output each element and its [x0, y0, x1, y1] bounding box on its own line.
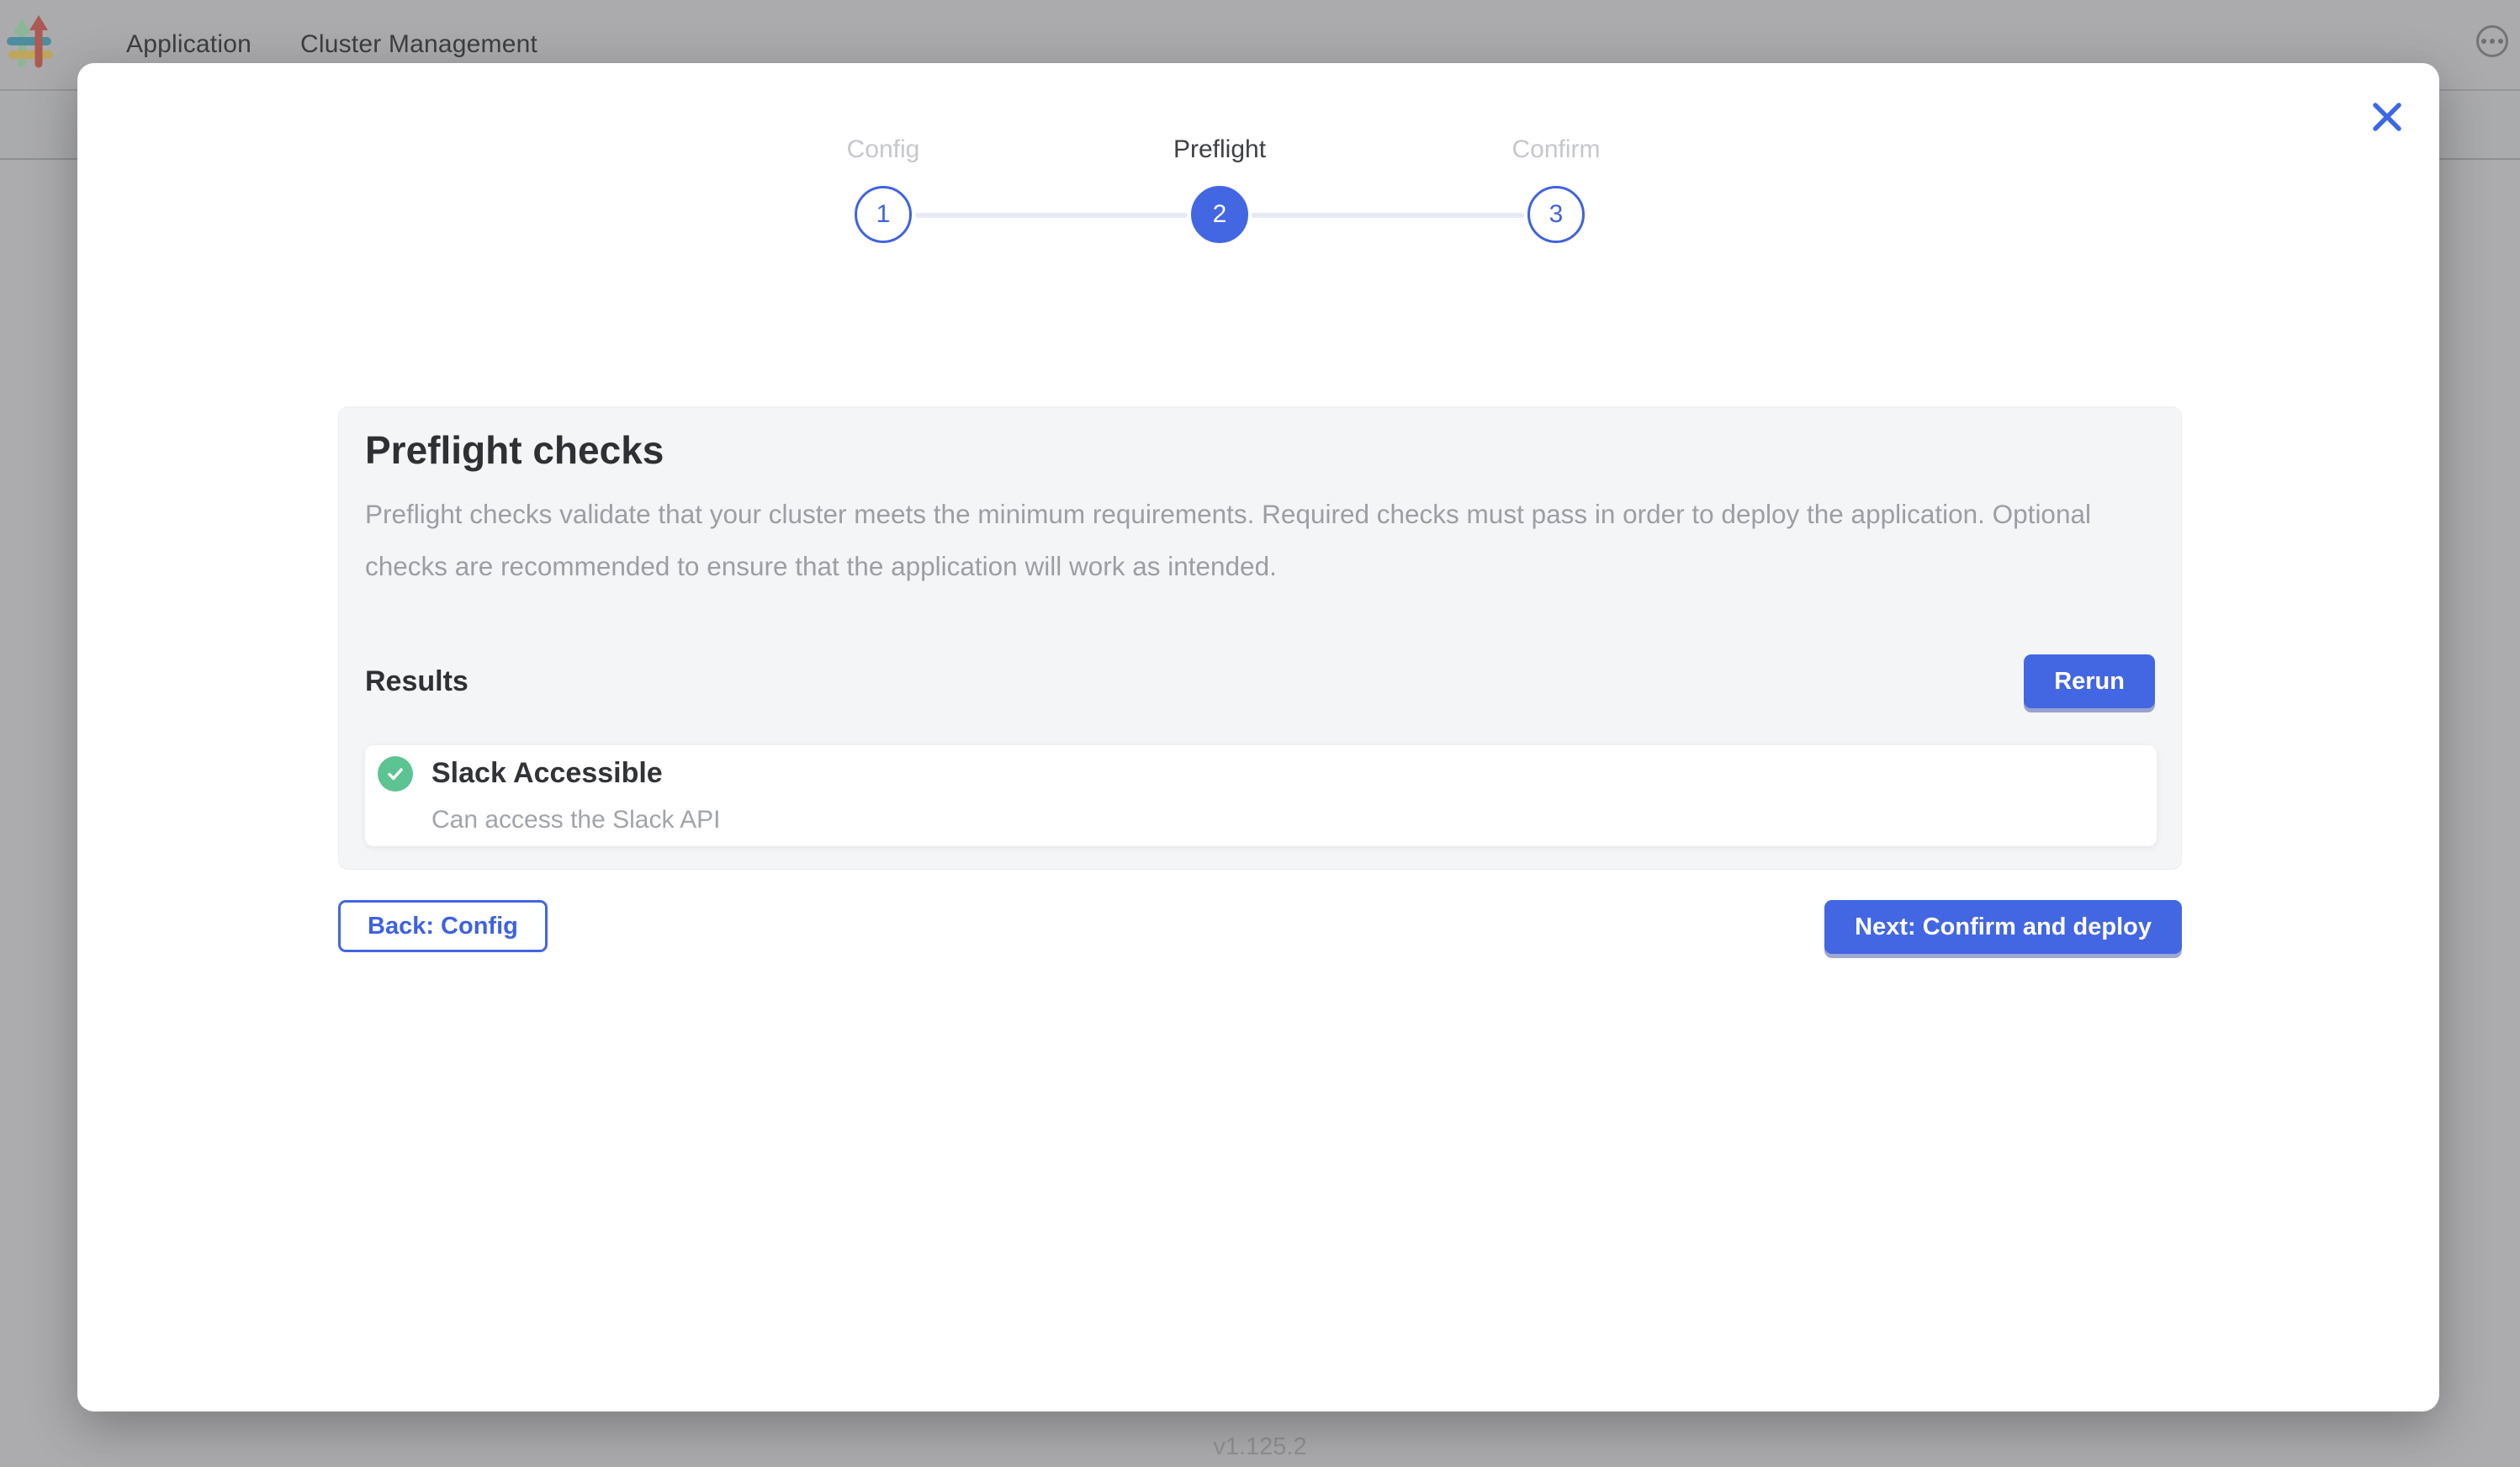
dot: [2481, 39, 2486, 44]
panel-description: Preflight checks validate that your clus…: [365, 488, 2123, 592]
step-config: Config 1: [715, 134, 1051, 243]
step-preflight: Preflight 2: [1051, 134, 1388, 243]
step-confirm: Confirm 3: [1388, 134, 1724, 243]
dot: [2490, 39, 2495, 44]
preflight-checks-panel: Preflight checks Preflight checks valida…: [338, 406, 2182, 870]
result-title: Slack Accessible: [431, 757, 663, 790]
step-connector: [915, 213, 1188, 218]
step-connector: [1252, 213, 1524, 218]
result-detail: Can access the Slack API: [431, 806, 721, 834]
panel-title: Preflight checks: [365, 427, 664, 473]
app-version: v1.125.2: [0, 1433, 2520, 1461]
back-config-button[interactable]: Back: Config: [338, 900, 548, 952]
wizard-stepper: Config 1 Preflight 2 Confirm 3: [715, 134, 1724, 285]
close-icon[interactable]: [2369, 98, 2406, 135]
app-logo-icon: [7, 15, 54, 72]
step-label: Preflight: [1173, 134, 1266, 166]
ellipsis-menu-icon[interactable]: [2476, 25, 2508, 57]
preflight-result-item: Slack Accessible Can access the Slack AP…: [365, 745, 2157, 846]
results-header-row: Results Rerun: [365, 651, 2155, 712]
step-label: Config: [847, 134, 920, 166]
modal-actions: Back: Config Next: Confirm and deploy: [338, 900, 2182, 954]
check-circle-icon: [378, 756, 413, 792]
results-title: Results: [365, 665, 469, 698]
step-circle-3[interactable]: 3: [1527, 186, 1585, 243]
step-label: Confirm: [1511, 134, 1600, 166]
rerun-button[interactable]: Rerun: [2024, 654, 2155, 708]
dot: [2498, 39, 2503, 44]
preflight-modal: Config 1 Preflight 2 Confirm 3 Preflight…: [77, 63, 2439, 1411]
step-circle-2[interactable]: 2: [1191, 186, 1248, 243]
step-circle-1[interactable]: 1: [855, 186, 912, 243]
next-confirm-deploy-button[interactable]: Next: Confirm and deploy: [1824, 900, 2182, 954]
